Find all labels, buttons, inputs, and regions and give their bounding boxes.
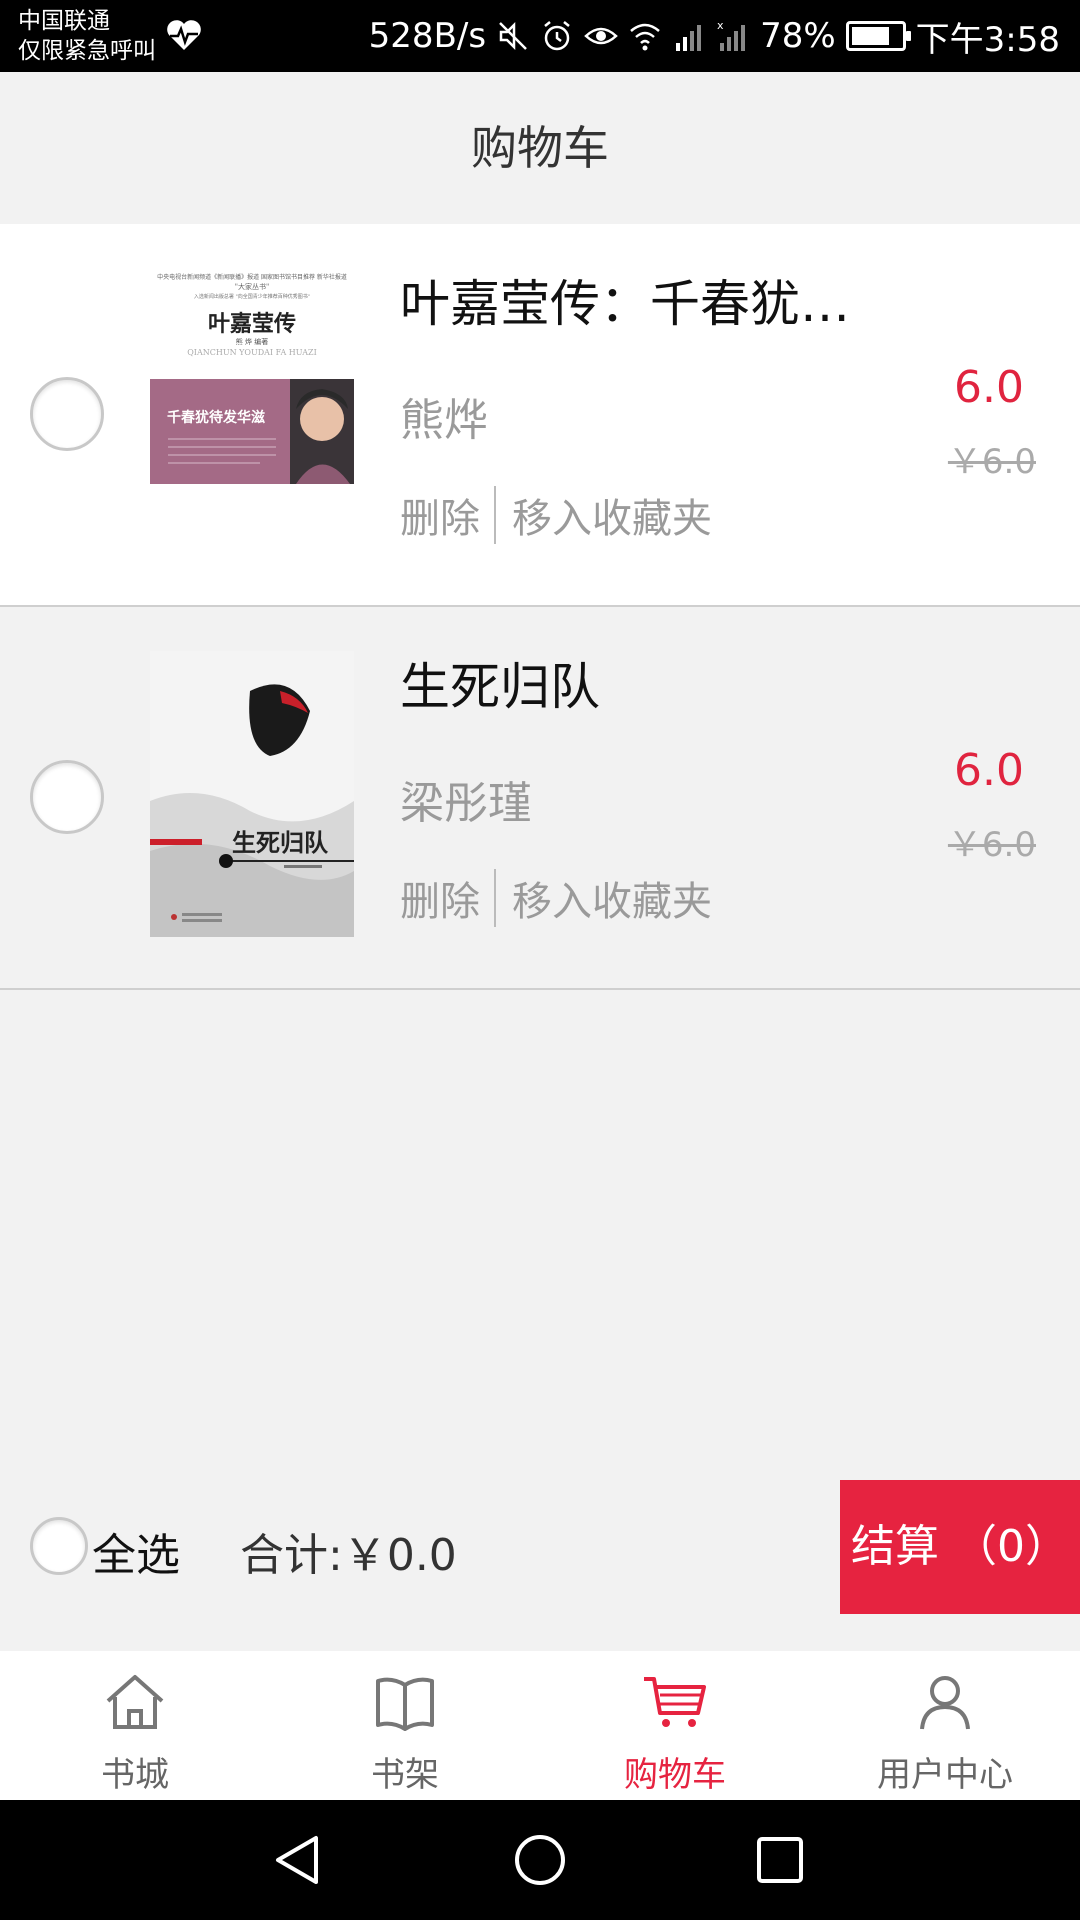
tab-cart[interactable]: 购物车 bbox=[540, 1651, 810, 1800]
heart-rate-icon bbox=[167, 20, 201, 50]
cover-1-title: 叶嘉莹传 bbox=[208, 311, 296, 337]
battery-level bbox=[851, 27, 890, 45]
eye-icon bbox=[584, 27, 618, 45]
item-price: 6.0 bbox=[954, 362, 1024, 413]
item-original-price: ￥6.0 bbox=[947, 442, 1036, 482]
book-cover-1[interactable]: 中央电视台新闻频道《新闻联播》报道 国家图书馆书目推荐 新华社报道 "大家丛书"… bbox=[150, 269, 354, 484]
tab-label: 购物车 bbox=[624, 1755, 726, 1795]
cover-2-title: 生死归队 bbox=[232, 828, 329, 857]
home-circle-icon[interactable] bbox=[512, 1832, 568, 1888]
total-amount: 合计:￥0.0 bbox=[240, 1530, 457, 1581]
item-actions: 删除 移入收藏夹 bbox=[400, 869, 712, 927]
home-icon bbox=[106, 1675, 164, 1729]
carrier-info: 中国联通 仅限紧急呼叫 bbox=[18, 6, 156, 66]
recents-icon[interactable] bbox=[752, 1832, 808, 1888]
system-nav-bar bbox=[0, 1800, 1080, 1920]
net-speed: 528B/s bbox=[368, 16, 487, 56]
item-select-radio[interactable] bbox=[30, 760, 104, 834]
page-title: 购物车 bbox=[471, 121, 609, 175]
tab-label: 用户中心 bbox=[877, 1755, 1013, 1795]
item-author: 熊烨 bbox=[400, 395, 488, 446]
item-select-radio[interactable] bbox=[30, 377, 104, 451]
carrier-name: 中国联通 bbox=[18, 8, 110, 34]
battery-percent: 78% bbox=[760, 16, 836, 56]
cover-1-pinyin: QIANCHUN YOUDAI FA HUAZI bbox=[187, 348, 317, 357]
mute-icon bbox=[499, 21, 527, 51]
select-all-label[interactable]: 全选 bbox=[92, 1519, 180, 1583]
cover-1-note: 入选新闻出版总署 "向全国青少年推荐百种优秀图书" bbox=[194, 293, 310, 300]
user-icon bbox=[920, 1676, 970, 1730]
move-to-favorites-button[interactable]: 移入收藏夹 bbox=[512, 869, 712, 927]
checkout-bar: 全选 合计:￥0.0 结算 （0） bbox=[0, 1447, 1080, 1651]
item-actions: 删除 移入收藏夹 bbox=[400, 486, 712, 544]
move-to-favorites-button[interactable]: 移入收藏夹 bbox=[512, 486, 712, 544]
delete-button[interactable]: 删除 bbox=[400, 869, 480, 927]
tab-label: 书城 bbox=[101, 1755, 169, 1795]
book-icon bbox=[376, 1677, 434, 1731]
select-all-radio[interactable] bbox=[30, 1517, 88, 1575]
tab-bookstore[interactable]: 书城 bbox=[0, 1651, 270, 1800]
item-original-price: ￥6.0 bbox=[947, 825, 1036, 865]
item-author: 梁彤瑾 bbox=[400, 778, 532, 829]
delete-button[interactable]: 删除 bbox=[400, 486, 480, 544]
signal-no-sim-icon: x bbox=[717, 19, 746, 51]
svg-text:x: x bbox=[717, 19, 724, 32]
emergency-only: 仅限紧急呼叫 bbox=[18, 38, 156, 64]
tab-bookshelf[interactable]: 书架 bbox=[270, 1651, 540, 1800]
back-icon[interactable] bbox=[270, 1832, 326, 1888]
signal-4g-icon bbox=[676, 25, 702, 51]
status-indicators: 528B/s x 78% 下午3:58 bbox=[368, 14, 1060, 60]
cart-icon bbox=[644, 1677, 706, 1727]
cart-item[interactable]: 中央电视台新闻频道《新闻联播》报道 国家图书馆书目推荐 新华社报道 "大家丛书"… bbox=[0, 224, 1080, 607]
wifi-icon bbox=[630, 23, 660, 51]
checkout-button[interactable]: 结算 （0） bbox=[840, 1480, 1080, 1614]
cover-1-subtitle: 千春犹待发华滋 bbox=[167, 409, 265, 426]
cover-1-top-line: 中央电视台新闻频道《新闻联播》报道 国家图书馆书目推荐 新华社报道 bbox=[157, 273, 347, 281]
alarm-icon bbox=[544, 21, 570, 51]
clock: 下午3:58 bbox=[915, 19, 1060, 60]
cover-1-series: "大家丛书" bbox=[235, 282, 269, 291]
tab-label: 书架 bbox=[371, 1755, 439, 1795]
tab-user-center[interactable]: 用户中心 bbox=[810, 1651, 1080, 1800]
battery-icon bbox=[845, 21, 911, 51]
book-cover-1-art: 中央电视台新闻频道《新闻联播》报道 国家图书馆书目推荐 新华社报道 "大家丛书"… bbox=[150, 269, 354, 484]
tab-bar: 书城 书架 购物车 用户中心 bbox=[0, 1651, 1080, 1800]
item-title[interactable]: 生死归队 bbox=[400, 647, 860, 719]
cover-1-author: 熊 烨 编著 bbox=[236, 337, 268, 346]
status-bar: 中国联通 仅限紧急呼叫 528B/s x 78% 下午3:58 bbox=[0, 0, 1080, 72]
item-price: 6.0 bbox=[954, 745, 1024, 796]
action-divider bbox=[494, 869, 496, 927]
action-divider bbox=[494, 486, 496, 544]
item-title[interactable]: 叶嘉莹传：千春犹… bbox=[400, 264, 860, 336]
book-cover-2[interactable]: 生死归队 bbox=[150, 651, 354, 937]
header: 购物车 bbox=[0, 72, 1080, 224]
book-cover-2-art: 生死归队 bbox=[150, 651, 354, 937]
cart-item[interactable]: 生死归队 生死归队 梁彤瑾 删除 移入收藏夹 6.0 ￥6.0 bbox=[0, 607, 1080, 990]
